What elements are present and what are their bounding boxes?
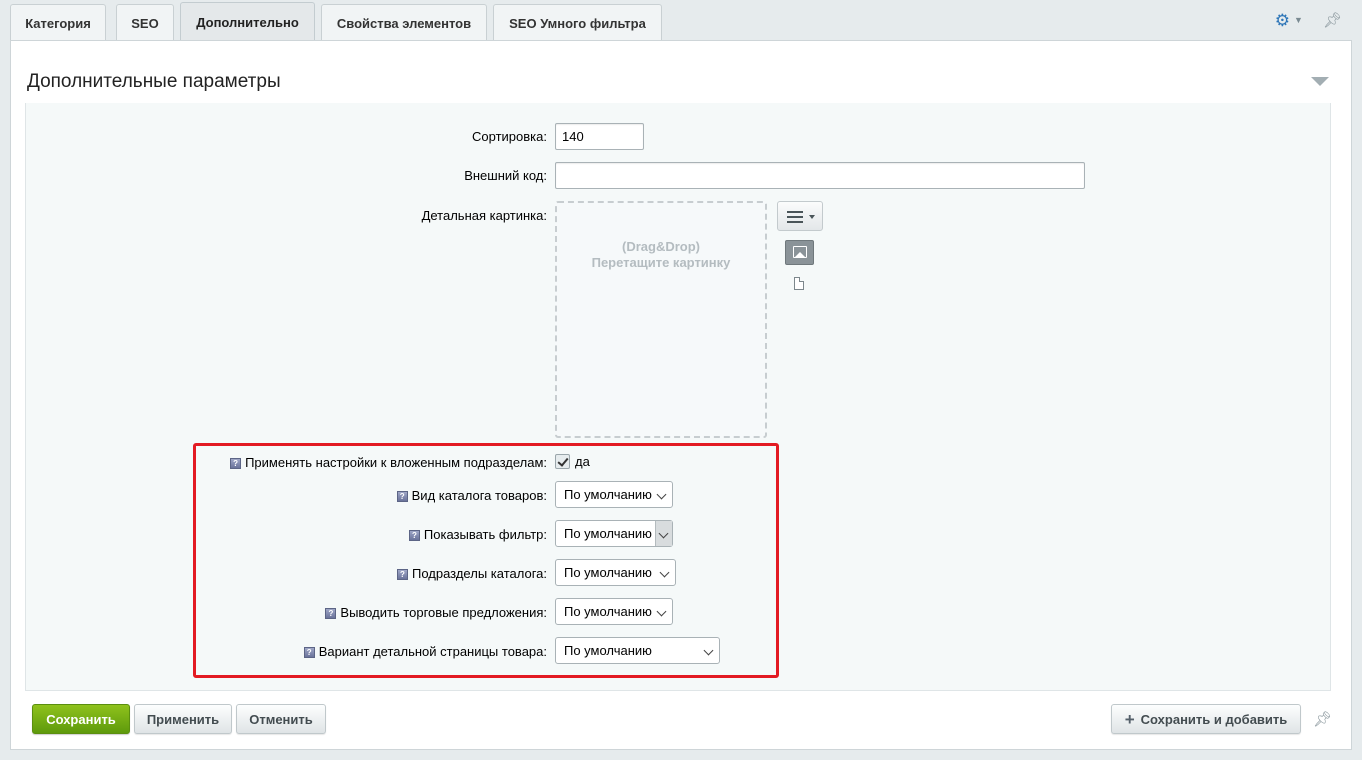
select-value: По умолчанию (564, 643, 652, 658)
collapse-arrow-icon[interactable] (1311, 77, 1329, 86)
show-offers-label: ? Выводить торговые предложения: (325, 605, 547, 620)
help-icon[interactable]: ? (230, 458, 242, 469)
select-value: По умолчанию (564, 526, 652, 541)
chevron-down-icon[interactable]: ▼ (1294, 15, 1303, 25)
catalog-sections-label-text: Подразделы каталога: (411, 566, 547, 581)
file-icon[interactable] (794, 277, 804, 290)
top-toolbar: ⚙ ▼ 📌︎ (1275, 10, 1342, 30)
help-icon[interactable]: ? (325, 608, 337, 619)
apply-button[interactable]: Применить (134, 704, 232, 734)
help-icon[interactable]: ? (396, 569, 408, 580)
tab-label: SEO (131, 16, 159, 31)
image-upload-button[interactable] (785, 240, 814, 265)
help-icon[interactable]: ? (408, 530, 420, 541)
chevron-down-icon (703, 645, 714, 656)
detail-page-variant-select[interactable]: По умолчанию (555, 637, 720, 664)
tab-smart-filter-seo[interactable]: SEO Умного фильтра (493, 4, 662, 42)
tab-category[interactable]: Категория (10, 4, 106, 42)
dropzone-hint-drop-picture: Перетащите картинку (591, 255, 731, 270)
show-filter-select[interactable]: По умолчанию (555, 520, 673, 547)
cancel-button[interactable]: Отменить (236, 704, 326, 734)
show-filter-label-text: Показывать фильтр: (423, 527, 547, 542)
show-offers-select[interactable]: По умолчанию (555, 598, 673, 625)
tab-element-properties[interactable]: Свойства элементов (321, 4, 487, 42)
chevron-down-icon (809, 215, 815, 219)
pin-icon[interactable]: 📌︎ (1323, 11, 1342, 29)
external-code-input[interactable] (555, 162, 1085, 189)
gear-icon[interactable]: ⚙ (1275, 12, 1290, 29)
catalog-sections-label: ? Подразделы каталога: (396, 566, 547, 581)
detail-picture-label: Детальная картинка: (421, 208, 547, 223)
save-button[interactable]: Сохранить (32, 704, 130, 734)
tab-label: Дополнительно (196, 15, 299, 30)
select-value: По умолчанию (564, 604, 652, 619)
tab-additional[interactable]: Дополнительно (180, 2, 315, 42)
show-filter-label: ? Показывать фильтр: (408, 527, 547, 542)
picture-menu-button[interactable] (777, 201, 823, 231)
sort-input[interactable]: 140 (555, 123, 644, 150)
select-value: По умолчанию (564, 565, 652, 580)
catalog-view-label: ? Вид каталога товаров: (396, 488, 547, 503)
catalog-view-label-text: Вид каталога товаров: (411, 488, 547, 503)
chevron-down-icon (656, 489, 667, 500)
plus-icon: + (1124, 709, 1135, 729)
tab-seo[interactable]: SEO (116, 4, 174, 42)
tab-label: Свойства элементов (336, 16, 472, 31)
help-icon[interactable]: ? (396, 491, 408, 502)
apply-nested-label-text: Применять настройки к вложенным подразде… (245, 455, 547, 470)
detail-page-variant-label: ? Вариант детальной страницы товара: (303, 644, 547, 659)
dropzone-hint-dragdrop: (Drag&Drop) (622, 239, 700, 254)
tab-label: Категория (25, 16, 91, 31)
sort-label: Сортировка: (472, 129, 547, 144)
select-value: По умолчанию (564, 487, 652, 502)
show-offers-label-text: Выводить торговые предложения: (340, 605, 547, 620)
apply-nested-checkbox[interactable] (555, 454, 570, 469)
save-and-add-label: Сохранить и добавить (1140, 711, 1288, 727)
menu-icon (787, 211, 803, 226)
chevron-down-icon (656, 606, 667, 617)
pin-icon[interactable]: 📌︎ (1313, 710, 1332, 728)
apply-nested-label: ? Применять настройки к вложенным подразд… (230, 455, 547, 470)
external-code-label: Внешний код: (464, 168, 547, 183)
apply-nested-checkbox-text: да (575, 454, 590, 469)
catalog-view-select[interactable]: По умолчанию (555, 481, 673, 508)
section-header[interactable]: Дополнительные параметры (25, 51, 1331, 104)
detail-page-variant-label-text: Вариант детальной страницы товара: (318, 644, 547, 659)
picture-dropzone[interactable]: (Drag&Drop) Перетащите картинку (555, 201, 767, 438)
help-icon[interactable]: ? (303, 647, 315, 658)
tab-label: SEO Умного фильтра (509, 16, 646, 31)
chevron-down-icon (659, 567, 670, 578)
image-icon-mountain (795, 252, 805, 257)
catalog-sections-select[interactable]: По умолчанию (555, 559, 676, 586)
save-and-add-button[interactable]: + Сохранить и добавить (1111, 704, 1301, 734)
section-title: Дополнительные параметры (27, 71, 281, 92)
